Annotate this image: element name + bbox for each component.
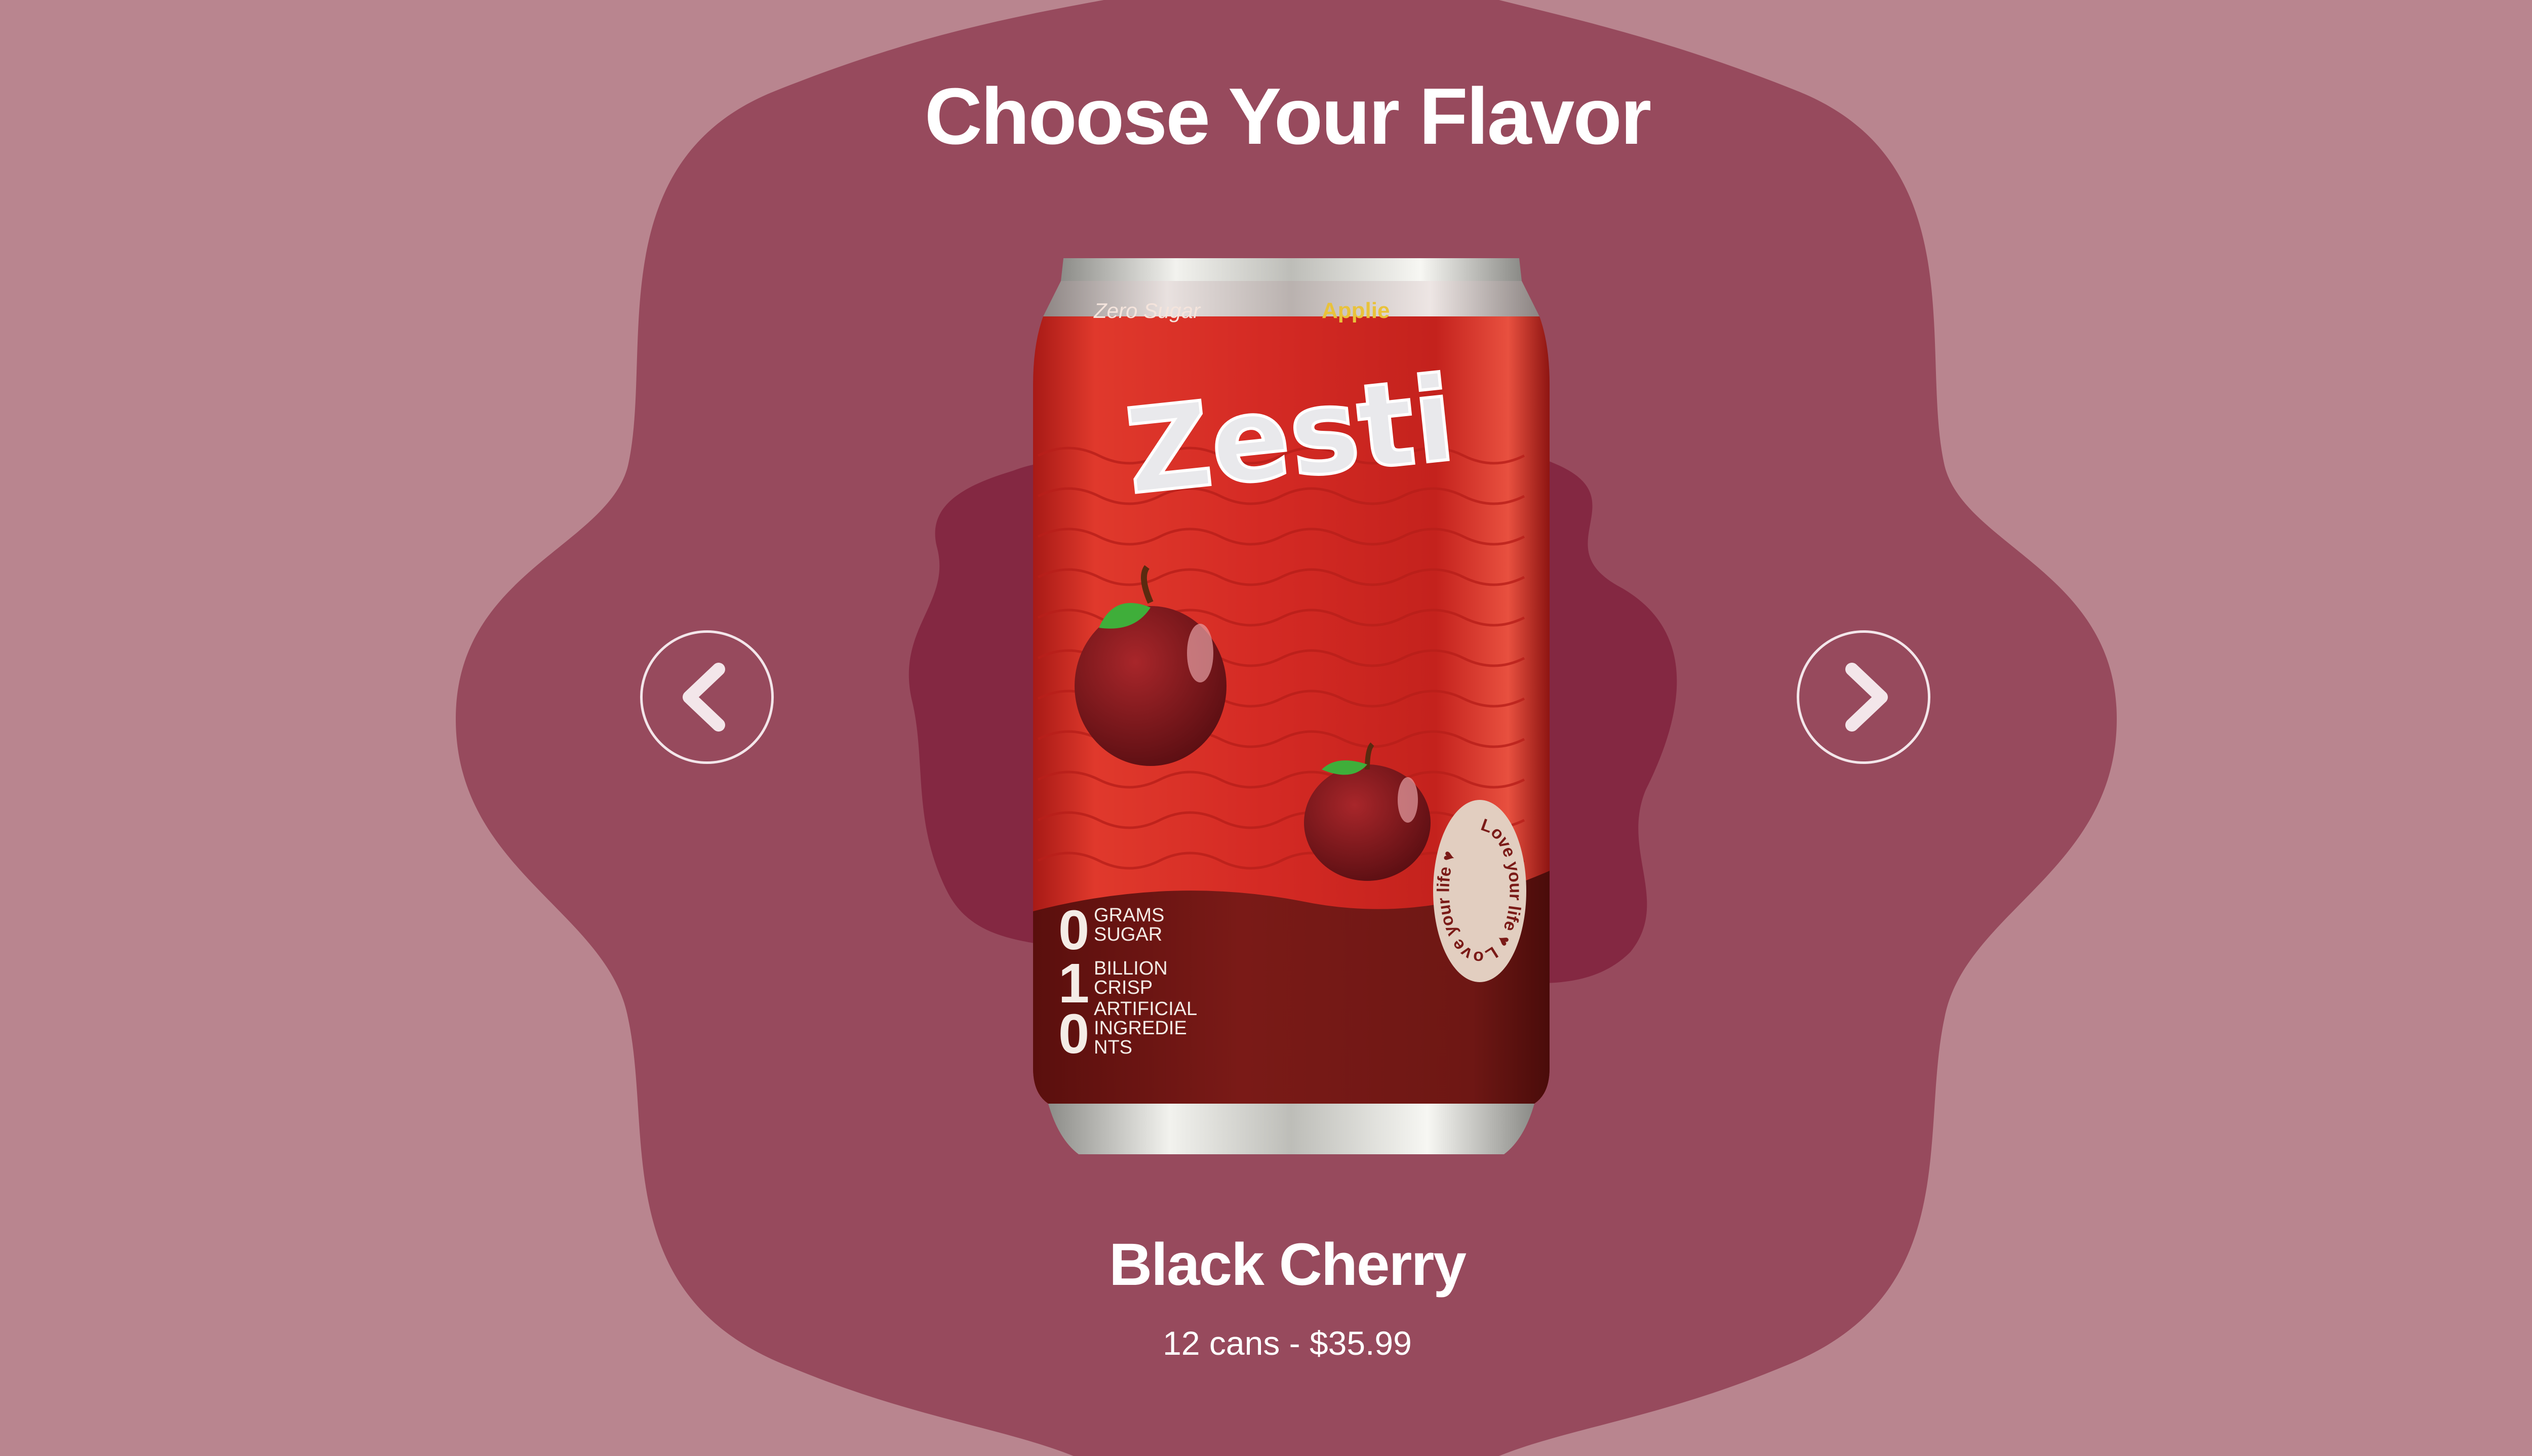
can-top-rim [1061,258,1522,281]
can-variant: Applie [1322,298,1390,323]
can-tagline: Zero Sugar [1093,299,1201,322]
next-flavor-button[interactable] [1797,630,1930,764]
stat-label: INGREDIE [1094,1018,1187,1039]
stat-label: ARTIFICIAL [1094,998,1197,1020]
previous-flavor-button[interactable] [640,630,774,764]
stat-label: GRAMS [1094,905,1164,926]
stat-label: NTS [1094,1037,1132,1058]
chevron-left-icon [683,663,725,732]
stat-label: CRISP [1094,977,1153,998]
chevron-right-icon [1845,663,1888,732]
flavor-price: 12 cans - $35.99 [1163,1324,1412,1362]
stat-number: 0 [1058,1003,1089,1065]
stat-label: BILLION [1094,958,1168,979]
flavor-name: Black Cherry [1109,1231,1467,1298]
product-can-image: Zero Sugar Applie Zesti 0 GRAMS SUGAR 1 … [1018,243,1560,1164]
flavor-selector-page: Choose Your Flavor Zero Sugar Applie Zes… [0,0,2532,1456]
soda-can: Zero Sugar Applie Zesti 0 GRAMS SUGAR 1 … [1033,258,1550,1154]
can-bottom-rim [1048,1104,1534,1154]
love-your-life-badge: Love your life ♥ Love your life ♥ [1433,800,1526,982]
stat-label: SUGAR [1094,924,1162,945]
page-title: Choose Your Flavor [924,72,1652,161]
